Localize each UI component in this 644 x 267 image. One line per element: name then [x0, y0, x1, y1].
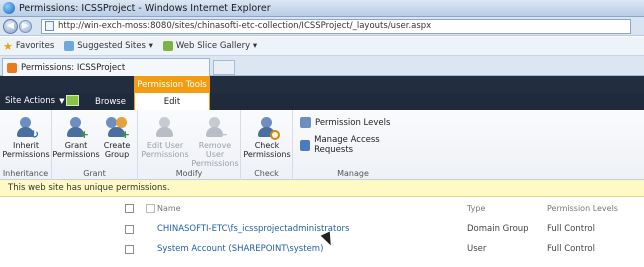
grant-permissions-button[interactable]: + Grant Permissions — [52, 116, 100, 159]
suggested-sites-link[interactable]: Suggested Sites ▾ — [64, 41, 153, 51]
suggested-sites-label: Suggested Sites ▾ — [77, 41, 153, 51]
check-icon — [256, 116, 280, 140]
group-label-grant: Grant — [83, 169, 106, 178]
tab-bar: Permissions: ICSSProject — [0, 56, 644, 76]
permission-levels-button[interactable]: Permission Levels — [300, 117, 390, 128]
address-bar: ◀ ▶ http://win-exch-moss:8080/sites/chin… — [0, 17, 644, 36]
ribbon-group-check: Check Permissions Check — [241, 110, 293, 180]
grant-icon: + — [65, 116, 89, 140]
create-group-button[interactable]: + Create Group — [100, 116, 134, 159]
permissions-table: Name Type Permission Levels CHINASOFTI-E… — [0, 197, 644, 267]
create-group-label: Create Group — [103, 141, 131, 159]
access-requests-icon — [300, 139, 311, 151]
permission-tools-label: Permission Tools — [134, 76, 210, 93]
favorites-label: Favorites — [15, 41, 55, 51]
create-group-icon: + — [106, 116, 130, 140]
tab-browse[interactable]: Browse — [95, 97, 126, 107]
ribbon-group-manage: Permission Levels Manage Access Requests… — [293, 110, 413, 180]
check-permissions-button[interactable]: Check Permissions — [243, 116, 291, 159]
row-type: Domain Group — [467, 224, 529, 234]
web-slice-gallery-link[interactable]: Web Slice Gallery ▾ — [162, 41, 258, 51]
navigate-up-icon[interactable] — [66, 95, 79, 106]
site-actions-menu[interactable]: Site Actions ▼ — [5, 96, 64, 106]
url-input[interactable]: http://win-exch-moss:8080/sites/chinasof… — [41, 18, 631, 34]
manage-access-requests-button[interactable]: Manage Access Requests — [300, 135, 413, 155]
select-all-checkbox[interactable] — [125, 204, 134, 213]
check-permissions-label: Check Permissions — [243, 141, 291, 159]
remove-user-icon: − — [204, 116, 228, 140]
table-row: System Account (SHAREPOINT\system) User … — [0, 242, 644, 258]
grant-permissions-label: Grant Permissions — [52, 141, 100, 159]
edit-user-permissions-button[interactable]: Edit User Permissions — [141, 116, 189, 159]
status-message-bar: This web site has unique permissions. — [0, 180, 644, 197]
window-title: Permissions: ICSSProject - Windows Inter… — [19, 2, 271, 14]
group-label-modify: Modify — [175, 169, 203, 178]
manage-access-requests-label: Manage Access Requests — [314, 135, 380, 155]
ribbon-header: Permission Tools Site Actions ▼ Browse E… — [0, 76, 644, 110]
select-all-checkbox-inner[interactable] — [146, 204, 155, 213]
ribbon-top-strip — [0, 76, 644, 93]
inherit-permissions-label: Inherit Permissions — [2, 141, 50, 159]
row-checkbox[interactable] — [125, 225, 134, 234]
suggested-sites-icon — [64, 41, 75, 51]
remove-user-permissions-label: Remove User Permissions — [191, 141, 239, 168]
favorites-bar: ★ Favorites Suggested Sites ▾ Web Slice … — [0, 37, 644, 56]
web-slice-label: Web Slice Gallery ▾ — [175, 41, 258, 51]
ribbon: ↻ Inherit Permissions Inheritance + Gran… — [0, 110, 644, 180]
tab-edit[interactable]: Edit — [134, 93, 210, 110]
chevron-down-icon: ▼ — [59, 97, 65, 105]
ie-logo-icon — [3, 2, 15, 14]
group-label-inheritance: Inheritance — [2, 169, 49, 178]
row-permission-level: Full Control — [547, 244, 595, 254]
group-label-check: Check — [254, 169, 279, 178]
column-name[interactable]: Name — [157, 204, 181, 213]
star-icon: ★ — [3, 39, 13, 53]
sharepoint-icon — [7, 62, 17, 73]
remove-user-permissions-button[interactable]: − Remove User Permissions — [190, 116, 240, 168]
inherit-permissions-button[interactable]: ↻ Inherit Permissions — [2, 116, 50, 159]
row-checkbox[interactable] — [125, 245, 134, 254]
group-label-manage: Manage — [337, 169, 369, 178]
site-actions-label: Site Actions — [5, 96, 56, 106]
tab-title: Permissions: ICSSProject — [21, 62, 126, 73]
ribbon-group-grant: + Grant Permissions + Create Group Grant — [52, 110, 138, 180]
page-icon — [45, 21, 54, 31]
web-slice-icon — [162, 41, 173, 51]
ribbon-group-modify: Edit User Permissions − Remove User Perm… — [138, 110, 241, 180]
column-type[interactable]: Type — [467, 204, 485, 213]
table-header: Name Type Permission Levels — [0, 201, 644, 217]
new-tab-button[interactable] — [213, 60, 235, 75]
row-name-link[interactable]: CHINASOFTI-ETC\fs_icssprojectadministrat… — [157, 224, 349, 234]
permission-levels-label: Permission Levels — [315, 117, 391, 128]
url-text: http://win-exch-moss:8080/sites/chinasof… — [58, 21, 432, 31]
ribbon-group-inheritance: ↻ Inherit Permissions Inheritance — [0, 110, 52, 180]
edit-user-icon — [154, 116, 176, 138]
edit-user-permissions-label: Edit User Permissions — [141, 141, 189, 159]
row-name-link[interactable]: System Account (SHAREPOINT\system) — [157, 244, 323, 254]
inherit-icon: ↻ — [15, 116, 39, 140]
back-button[interactable]: ◀ — [3, 18, 18, 34]
row-permission-level: Full Control — [547, 224, 595, 234]
window-titlebar: Permissions: ICSSProject - Windows Inter… — [0, 0, 644, 17]
permission-levels-icon — [300, 117, 311, 128]
forward-button[interactable]: ▶ — [19, 19, 32, 33]
status-message: This web site has unique permissions. — [8, 183, 170, 193]
tab-permissions[interactable]: Permissions: ICSSProject — [2, 58, 210, 76]
favorites-button[interactable]: ★ Favorites — [3, 40, 54, 53]
row-type: User — [467, 244, 487, 254]
column-permission-levels[interactable]: Permission Levels — [547, 204, 618, 213]
